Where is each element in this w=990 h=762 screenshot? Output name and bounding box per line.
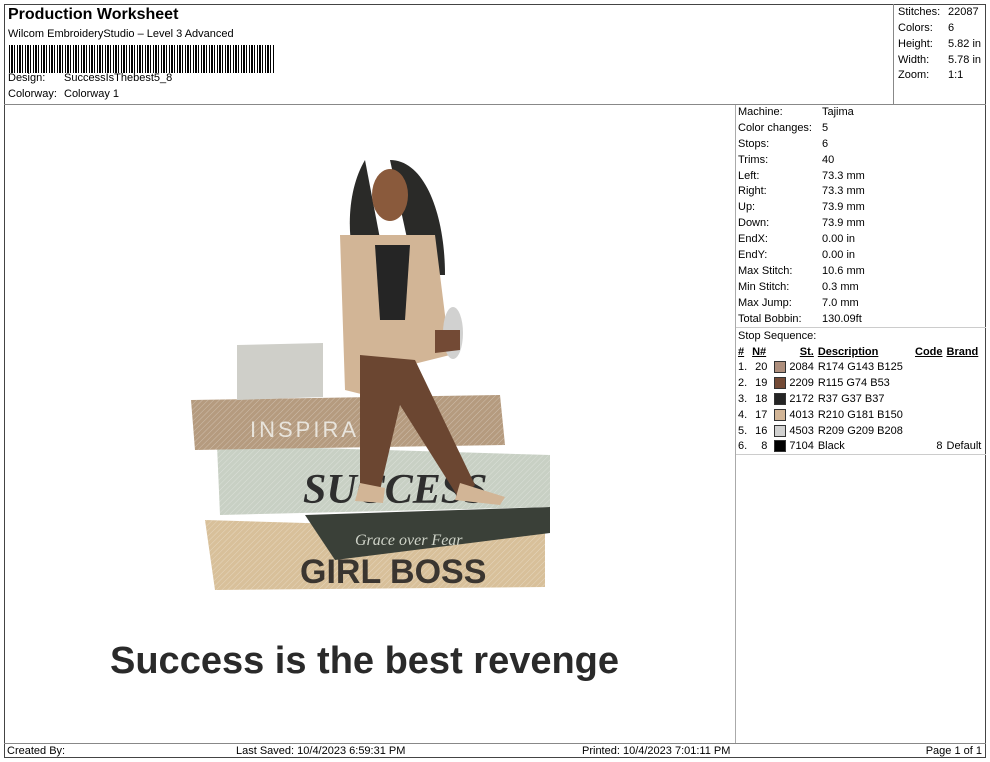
design-caption: Success is the best revenge	[110, 640, 619, 682]
barcode	[9, 45, 274, 73]
info-down: Down: 73.9 mm	[738, 217, 865, 230]
color-swatch	[774, 440, 787, 453]
design-label: Design:	[8, 72, 46, 84]
design-preview: GIRL BOSS Grace over Fear SUCCESS INSPIR…	[5, 105, 736, 743]
stat-stitches: Stitches: 22087	[898, 6, 979, 18]
table-row: 1. 20 2084 R174 G143 B125	[738, 361, 903, 374]
info-machine: Machine: Tajima	[738, 106, 854, 118]
info-left: Left: 73.3 mm	[738, 169, 865, 182]
colorway-label: Colorway:	[8, 88, 57, 100]
table-row: 2. 19 2209 R115 G74 B53	[738, 377, 890, 390]
header: Production Worksheet Wilcom EmbroiderySt…	[4, 4, 894, 104]
col-needle: N#	[752, 345, 767, 358]
embroidery-design: GIRL BOSS Grace over Fear SUCCESS INSPIR…	[110, 160, 619, 682]
stat-colors: Colors: 6	[898, 22, 955, 34]
stat-height: Height: 5.82 in	[898, 38, 982, 50]
col-brand: Brand	[946, 345, 979, 358]
design-name: SuccessIsThebest5_8	[64, 72, 173, 84]
col-index: #	[738, 345, 745, 358]
printed-date: Printed: 10/4/2023 7:01:11 PM	[582, 745, 731, 757]
colorway-name: Colorway 1	[64, 88, 120, 100]
info-total-bobbin: Total Bobbin: 130.09ft	[738, 312, 862, 325]
page-number: Page 1 of 1	[925, 745, 982, 757]
info-max-stitch: Max Stitch: 10.6 mm	[738, 264, 865, 277]
col-stitches: St.	[799, 345, 814, 358]
col-description: Description	[817, 345, 879, 358]
created-by: Created By:	[7, 745, 66, 757]
stop-sequence-table: # N# St. Description Code Brand 1. 20 208…	[736, 344, 986, 456]
stats-panel: Stitches: 22087 Colors: 6 Height: 5.82 in W…	[895, 4, 986, 104]
laptop	[237, 343, 323, 400]
color-swatch	[774, 408, 787, 421]
page-title: Production Worksheet	[8, 6, 179, 23]
color-swatch	[774, 393, 787, 405]
book-strip-text: Grace over Fear	[355, 532, 463, 549]
table-row: 3. 18 2172 R37 G37 B37	[738, 392, 885, 405]
info-trims: Trims: 40	[738, 153, 835, 166]
book-top: INSPIRA N	[191, 395, 505, 450]
col-code: Code	[915, 345, 943, 358]
info-max-jump: Max Jump: 7.0 mm	[738, 296, 859, 309]
info-endx: EndX: 0.00 in	[738, 233, 856, 246]
info-up: Up: 73.9 mm	[738, 201, 865, 214]
stat-zoom: Zoom: 1:1	[898, 69, 964, 81]
info-min-stitch: Min Stitch: 0.3 mm	[738, 280, 859, 293]
info-stops: Stops: 6	[738, 137, 829, 150]
colorway-row: Colorway: Colorway 1	[8, 88, 119, 100]
stop-sequence-title: Stop Sequence:	[736, 327, 986, 344]
table-row: 5. 16 4503 R209 G209 B208	[738, 424, 903, 437]
info-right: Right: 73.3 mm	[738, 185, 865, 198]
footer: Created By: Last Saved: 10/4/2023 6:59:3…	[4, 743, 986, 759]
info-endy: EndY: 0.00 in	[738, 249, 856, 262]
table-row: 6. 8 7104 Black 8 Default	[738, 440, 982, 453]
book-bottom-title: GIRL BOSS	[300, 553, 486, 591]
last-saved: Last Saved: 10/4/2023 6:59:31 PM	[236, 745, 406, 757]
design-row: Design: SuccessIsThebest5_8	[8, 72, 172, 84]
table-row: 4. 17 4013 R210 G181 B150	[738, 408, 903, 421]
color-swatch	[774, 424, 787, 437]
stat-width: Width: 5.78 in	[898, 54, 982, 66]
color-swatch	[774, 361, 787, 374]
machine-info-panel: Machine: Tajima Color changes: 5 Stops: 6 T…	[736, 105, 986, 456]
color-swatch	[774, 377, 787, 390]
software-name: Wilcom EmbroideryStudio – Level 3 Advanc…	[8, 28, 234, 40]
info-color-changes: Color changes: 5	[738, 121, 829, 134]
